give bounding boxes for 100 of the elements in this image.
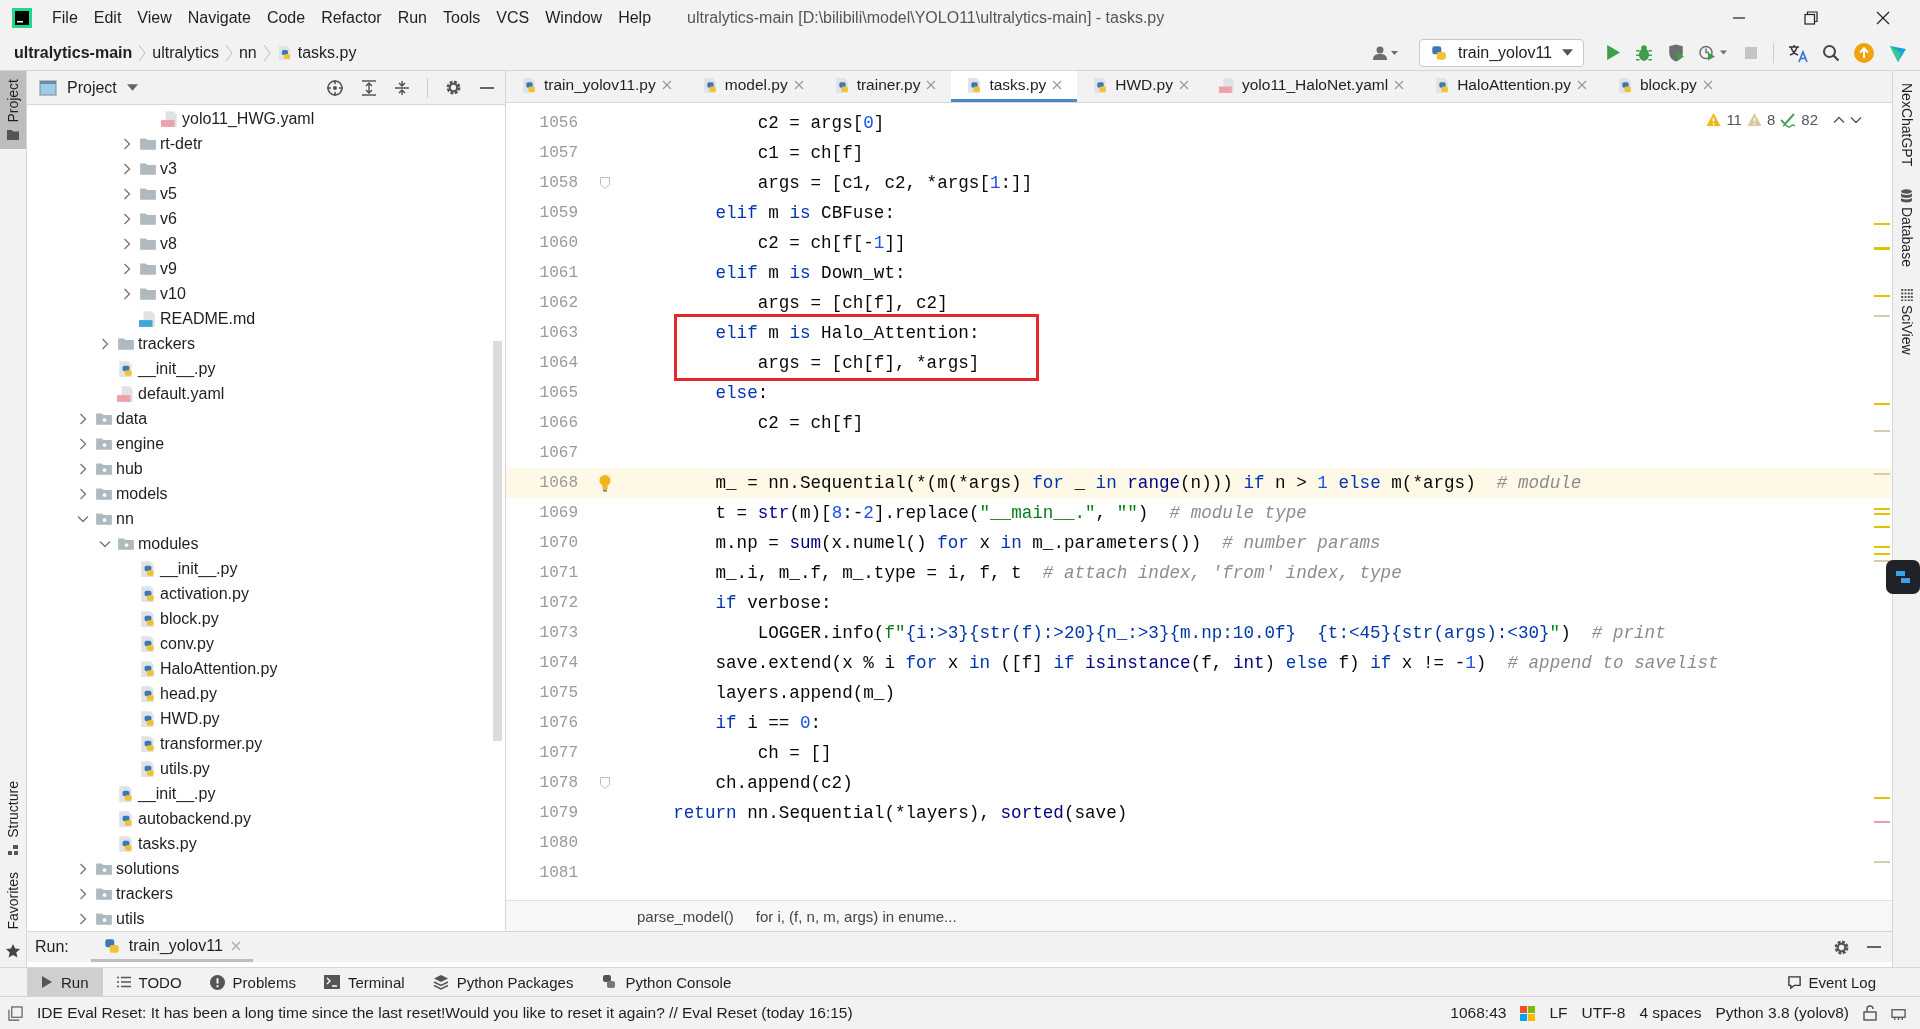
search-icon[interactable]: [1822, 44, 1840, 62]
plugin-logo-icon[interactable]: [1888, 43, 1908, 63]
tree-item[interactable]: v10: [160, 284, 186, 303]
menu-item[interactable]: Help: [610, 8, 660, 27]
tree-item[interactable]: transformer.py: [160, 734, 263, 753]
tool-window-tab[interactable]: SciView: [1898, 288, 1915, 355]
tree-item[interactable]: __init__.py: [160, 559, 238, 578]
tree-item[interactable]: head.py: [160, 684, 217, 703]
tool-window-tab[interactable]: Structure: [0, 772, 26, 864]
chevron-right-icon[interactable]: [121, 162, 133, 175]
bug-icon[interactable]: [1635, 44, 1653, 62]
tree-item[interactable]: utils: [116, 909, 145, 928]
tree-item[interactable]: __init__.py: [138, 784, 216, 803]
restore-icon[interactable]: [1804, 10, 1818, 25]
tree-item[interactable]: nn: [116, 509, 134, 528]
tool-window-tab[interactable]: Project: [0, 71, 26, 149]
caret-icon[interactable]: [126, 84, 138, 92]
run-icon[interactable]: [1604, 44, 1621, 62]
tool-window-tab[interactable]: Database: [1898, 188, 1915, 267]
tree-item[interactable]: autobackend.py: [138, 809, 251, 828]
menu-item[interactable]: Code: [258, 8, 314, 27]
tree-item[interactable]: block.py: [160, 609, 219, 628]
scrollbar-thumb[interactable]: [493, 341, 502, 742]
tool-window-button[interactable]: Run: [27, 968, 103, 997]
settings-icon[interactable]: [1833, 938, 1850, 956]
editor-tab[interactable]: train_yolov11.py: [506, 71, 687, 103]
user-icon[interactable]: [1373, 45, 1399, 61]
tree-item[interactable]: default.yaml: [138, 384, 225, 403]
status-message[interactable]: IDE Eval Reset: It has been a long time since the last reset!Would you like to reset it again? // Eval Reset (today 16:15): [37, 1004, 853, 1023]
chevron-right-icon[interactable]: [77, 412, 89, 425]
tree-item[interactable]: HWD.py: [160, 709, 220, 728]
tool-window-button[interactable]: Python Console: [587, 968, 746, 997]
interpreter-selector[interactable]: Python 3.8 (yolov8): [1715, 1004, 1849, 1023]
menu-item[interactable]: View: [129, 8, 180, 27]
fold-marker-icon[interactable]: [599, 777, 610, 790]
chevron-right-icon[interactable]: [121, 287, 133, 300]
chevron-right-icon[interactable]: [121, 187, 133, 200]
chevron-right-icon[interactable]: [121, 137, 133, 150]
breadcrumb-item[interactable]: tasks.py: [297, 44, 357, 62]
settings-icon[interactable]: [445, 79, 462, 97]
profiler-icon[interactable]: [1699, 44, 1729, 62]
fold-marker-icon[interactable]: [599, 177, 610, 190]
tree-item[interactable]: yolo11_HWG.yaml: [182, 109, 315, 128]
breadcrumb-item[interactable]: nn: [238, 44, 257, 62]
weak-warning-count[interactable]: 8: [1766, 111, 1776, 129]
menu-item[interactable]: Run: [389, 8, 435, 27]
tree-item[interactable]: activation.py: [160, 584, 249, 603]
tool-window-button[interactable]: Terminal: [309, 968, 419, 997]
lock-icon[interactable]: [1863, 1005, 1877, 1022]
line-separator[interactable]: LF: [1549, 1004, 1568, 1023]
collapse-all-icon[interactable]: [394, 79, 410, 96]
tree-item[interactable]: __init__.py: [138, 359, 216, 378]
tree-item[interactable]: v6: [160, 209, 177, 228]
chevron-right-icon[interactable]: [121, 237, 133, 250]
tree-item[interactable]: models: [116, 484, 168, 503]
tree-item[interactable]: v9: [160, 259, 177, 278]
panel-title[interactable]: Project: [67, 78, 117, 97]
chevron-right-icon[interactable]: [77, 912, 89, 925]
warning-count[interactable]: 11: [1726, 111, 1742, 129]
tree-item[interactable]: trackers: [116, 884, 173, 903]
breadcrumb-item[interactable]: parse_model(): [637, 907, 734, 925]
editor-tab[interactable]: HWD.py: [1077, 71, 1204, 103]
assistant-button-icon[interactable]: [1886, 560, 1920, 595]
tree-item[interactable]: utils.py: [160, 759, 210, 778]
tree-item[interactable]: README.md: [160, 309, 256, 328]
tree-item[interactable]: engine: [116, 434, 165, 453]
editor-tab[interactable]: tasks.py: [951, 71, 1078, 103]
tool-window-tab[interactable]: NexChatGPT: [1898, 83, 1915, 167]
editor-tab[interactable]: block.py: [1601, 71, 1728, 103]
typo-count[interactable]: 82: [1801, 111, 1818, 129]
tree-item[interactable]: data: [116, 409, 148, 428]
chevron-right-icon[interactable]: [121, 212, 133, 225]
star-icon[interactable]: [5, 943, 21, 960]
lightbulb-icon[interactable]: [597, 474, 612, 493]
warning-icon[interactable]: [1706, 112, 1722, 128]
file-encoding[interactable]: UTF-8: [1581, 1004, 1626, 1023]
locate-icon[interactable]: [326, 78, 344, 97]
chevron-right-icon[interactable]: [77, 887, 89, 900]
tree-item[interactable]: v5: [160, 184, 177, 203]
caret-position[interactable]: 1068:43: [1450, 1004, 1507, 1023]
update-icon[interactable]: [1854, 43, 1874, 63]
tree-item[interactable]: trackers: [138, 334, 195, 353]
editor-tab[interactable]: HaloAttention.py: [1419, 71, 1602, 103]
menu-item[interactable]: Window: [537, 8, 611, 27]
tool-window-tab[interactable]: Favorites: [0, 863, 26, 938]
check-icon[interactable]: [1780, 111, 1797, 128]
tool-window-button[interactable]: Problems: [195, 968, 310, 997]
tree-item[interactable]: tasks.py: [138, 834, 197, 853]
menu-item[interactable]: Edit: [85, 8, 130, 27]
editor-tab[interactable]: trainer.py: [818, 71, 952, 103]
event-log-button[interactable]: Event Log: [1787, 973, 1876, 991]
chevron-right-icon[interactable]: [77, 487, 89, 500]
editor-tab[interactable]: model.py: [686, 71, 819, 103]
chevron-right-icon[interactable]: [77, 462, 89, 475]
indent-setting[interactable]: 4 spaces: [1639, 1004, 1702, 1023]
tree-item[interactable]: hub: [116, 459, 143, 478]
tool-window-button[interactable]: TODO: [102, 968, 196, 997]
chevron-right-icon[interactable]: [121, 262, 133, 275]
breadcrumb-item[interactable]: ultralytics-main: [14, 44, 133, 62]
menu-item[interactable]: VCS: [488, 8, 538, 27]
